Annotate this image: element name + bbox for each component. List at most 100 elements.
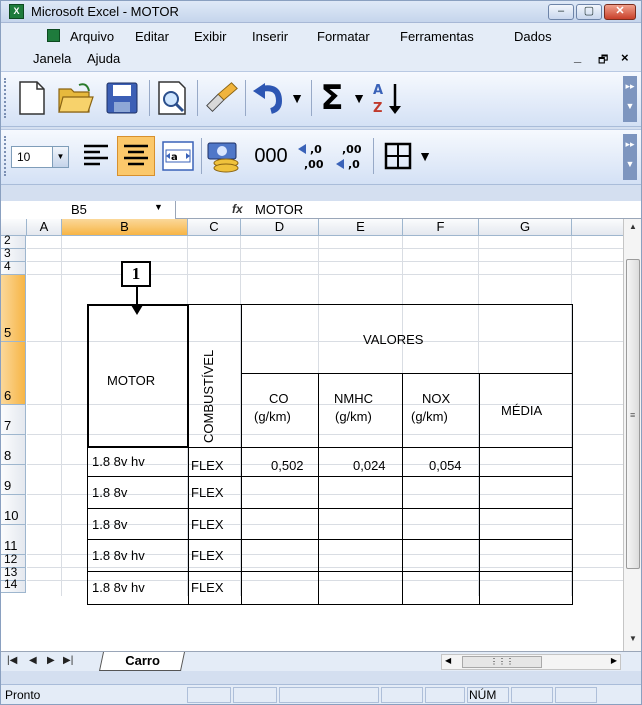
font-size-select[interactable]: 10 ▼: [11, 146, 69, 168]
prev-sheet-icon[interactable]: ◀: [29, 655, 37, 666]
align-center-icon[interactable]: [117, 136, 155, 176]
increase-decimal-icon[interactable]: ,0,00: [295, 136, 333, 176]
column-header-h[interactable]: [572, 219, 623, 236]
borders-icon[interactable]: [379, 136, 417, 176]
title-bar: X Microsoft Excel - MOTOR – ▢ ✕: [1, 1, 641, 23]
vertical-scroll-thumb[interactable]: ≡: [626, 259, 640, 569]
column-header-d[interactable]: D: [241, 219, 319, 236]
window-title: Microsoft Excel - MOTOR: [31, 4, 179, 19]
standard-toolbar: ▼ Σ ▼ AZ ▸▸ ▼: [1, 71, 641, 127]
column-header-a[interactable]: A: [27, 219, 62, 236]
name-box[interactable]: B5 ▼: [1, 201, 176, 219]
cell-b9[interactable]: 1.8 8v: [92, 517, 127, 532]
cell-b8[interactable]: 1.8 8v: [92, 485, 127, 500]
row-header-6[interactable]: 6: [1, 342, 26, 405]
cell-b7[interactable]: 1.8 8v hv: [92, 454, 145, 469]
minimize-button[interactable]: –: [548, 4, 574, 20]
doc-minimize-button[interactable]: _: [574, 49, 581, 64]
column-header-c[interactable]: C: [188, 219, 241, 236]
cell-e7[interactable]: 0,024: [353, 458, 386, 473]
format-painter-icon[interactable]: [203, 78, 241, 118]
restore-button[interactable]: ▢: [576, 4, 602, 20]
status-bar: Pronto NÚM: [1, 684, 641, 704]
menu-janela[interactable]: Janela: [33, 51, 71, 66]
toolbar-options-icon[interactable]: ▸▸ ▼: [623, 134, 637, 180]
sheet-tab-carro[interactable]: Carro: [98, 652, 186, 671]
save-icon[interactable]: [103, 78, 141, 118]
row-header-4[interactable]: 4: [1, 259, 26, 275]
first-sheet-icon[interactable]: |◀: [7, 655, 17, 666]
align-left-icon[interactable]: [77, 136, 115, 176]
decrease-decimal-icon[interactable]: ,00,0: [333, 136, 371, 176]
worksheet-grid[interactable]: A B C D E F G 2 3 4 5 6 7 8 9 10 11 12 1…: [1, 219, 623, 651]
cell-c11[interactable]: FLEX: [191, 580, 224, 595]
currency-icon[interactable]: [205, 136, 243, 176]
header-motor: MOTOR: [107, 373, 156, 388]
chevron-down-icon[interactable]: ▼: [52, 147, 68, 167]
menu-exibir[interactable]: Exibir: [194, 29, 227, 44]
formatting-toolbar: 10 ▼ a 000 ,0,00 ,00,0 ▼ ▸▸ ▼: [1, 129, 641, 185]
column-header-e[interactable]: E: [319, 219, 403, 236]
undo-dropdown-icon[interactable]: ▼: [287, 78, 307, 118]
horizontal-scrollbar[interactable]: ◀ ⋮⋮⋮ ▶: [441, 654, 621, 670]
toolbar-grip[interactable]: [4, 78, 7, 118]
next-sheet-icon[interactable]: ▶: [47, 655, 55, 666]
column-header-g[interactable]: G: [479, 219, 572, 236]
status-num-lock: NÚM: [469, 688, 497, 702]
row-header-5[interactable]: 5: [1, 275, 26, 342]
doc-restore-button[interactable]: 🗗: [598, 51, 608, 70]
menu-bar: Arquivo Editar Exibir Inserir Formatar F…: [1, 23, 641, 71]
menu-ajuda[interactable]: Ajuda: [87, 51, 120, 66]
chevron-down-icon[interactable]: ▼: [154, 202, 163, 212]
header-co-unit: (g/km): [254, 409, 291, 424]
autosum-icon[interactable]: Σ: [313, 78, 351, 118]
autosum-dropdown-icon[interactable]: ▼: [349, 78, 369, 118]
merge-center-icon[interactable]: a: [159, 136, 197, 176]
cell-b10[interactable]: 1.8 8v hv: [92, 548, 145, 563]
cell-b11[interactable]: 1.8 8v hv: [92, 580, 145, 595]
toolbar-options-icon[interactable]: ▸▸ ▼: [623, 76, 637, 122]
cell-c9[interactable]: FLEX: [191, 517, 224, 532]
formula-input[interactable]: MOTOR: [255, 202, 303, 217]
scroll-down-icon[interactable]: ▼: [625, 631, 641, 647]
new-document-icon[interactable]: [13, 78, 51, 118]
sort-ascending-icon[interactable]: AZ: [369, 78, 407, 118]
name-box-value: B5: [71, 202, 87, 217]
thousands-separator-button[interactable]: 000: [249, 136, 293, 176]
cell-f7[interactable]: 0,054: [429, 458, 462, 473]
last-sheet-icon[interactable]: ▶|: [63, 655, 73, 666]
close-button[interactable]: ✕: [604, 4, 636, 20]
insert-function-icon[interactable]: fx: [232, 202, 243, 216]
menu-inserir[interactable]: Inserir: [252, 29, 288, 44]
undo-icon[interactable]: [251, 78, 289, 118]
cell-c10[interactable]: FLEX: [191, 548, 224, 563]
menu-ferramentas[interactable]: Ferramentas: [400, 29, 474, 44]
scroll-right-icon[interactable]: ▶: [611, 656, 617, 665]
row-header-8[interactable]: 8: [1, 435, 26, 465]
doc-icon[interactable]: [47, 29, 60, 45]
toolbar-grip[interactable]: [4, 136, 7, 176]
vertical-scrollbar[interactable]: ▲ ≡ ▼: [623, 219, 641, 651]
row-header-14[interactable]: 14: [1, 577, 26, 593]
row-header-11[interactable]: 11: [1, 525, 26, 555]
cell-d7[interactable]: 0,502: [271, 458, 304, 473]
print-preview-icon[interactable]: [153, 78, 191, 118]
scroll-left-icon[interactable]: ◀: [445, 656, 451, 665]
row-header-7[interactable]: 7: [1, 405, 26, 435]
row-header-9[interactable]: 9: [1, 465, 26, 495]
cell-c7[interactable]: FLEX: [191, 458, 224, 473]
menu-dados[interactable]: Dados: [514, 29, 552, 44]
open-folder-icon[interactable]: [57, 78, 95, 118]
horizontal-scroll-thumb[interactable]: ⋮⋮⋮: [462, 656, 542, 668]
menu-arquivo[interactable]: Arquivo: [70, 29, 114, 44]
scroll-up-icon[interactable]: ▲: [625, 219, 641, 235]
cell-c8[interactable]: FLEX: [191, 485, 224, 500]
header-nmhc-unit: (g/km): [335, 409, 372, 424]
doc-close-button[interactable]: ×: [621, 50, 629, 65]
column-header-b[interactable]: B: [62, 219, 188, 236]
menu-editar[interactable]: Editar: [135, 29, 169, 44]
row-header-10[interactable]: 10: [1, 495, 26, 525]
borders-dropdown-icon[interactable]: ▼: [415, 136, 435, 176]
menu-formatar[interactable]: Formatar: [317, 29, 370, 44]
column-header-f[interactable]: F: [403, 219, 479, 236]
